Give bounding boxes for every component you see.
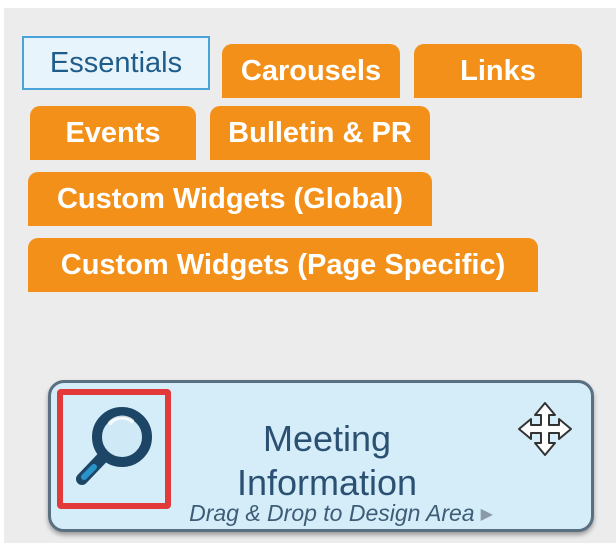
widget-title: Meeting Information xyxy=(211,417,443,505)
widget-library-panel: Essentials Carousels Links Events Bullet… xyxy=(4,8,616,543)
drag-hint-text: Drag & Drop to Design Area xyxy=(189,500,475,526)
tab-links[interactable]: Links xyxy=(414,44,582,98)
tab-custom-widgets-page-specific[interactable]: Custom Widgets (Page Specific) xyxy=(28,238,538,292)
magnifier-icon xyxy=(70,401,158,498)
widget-title-line1: Meeting xyxy=(262,418,392,459)
hint-arrow-icon: ▶ xyxy=(480,506,493,523)
move-arrows-icon[interactable] xyxy=(515,399,575,459)
tab-carousels[interactable]: Carousels xyxy=(222,44,400,98)
tab-events[interactable]: Events xyxy=(30,106,196,160)
drag-hint: Drag & Drop to Design Area ▶ xyxy=(141,499,541,529)
tab-essentials[interactable]: Essentials xyxy=(22,36,210,90)
tab-bulletin-pr[interactable]: Bulletin & PR xyxy=(210,106,430,160)
tab-custom-widgets-global[interactable]: Custom Widgets (Global) xyxy=(28,172,432,226)
meeting-information-widget[interactable]: Meeting Information Drag & Drop to Desig… xyxy=(48,380,594,532)
widget-icon-highlight xyxy=(57,389,171,509)
